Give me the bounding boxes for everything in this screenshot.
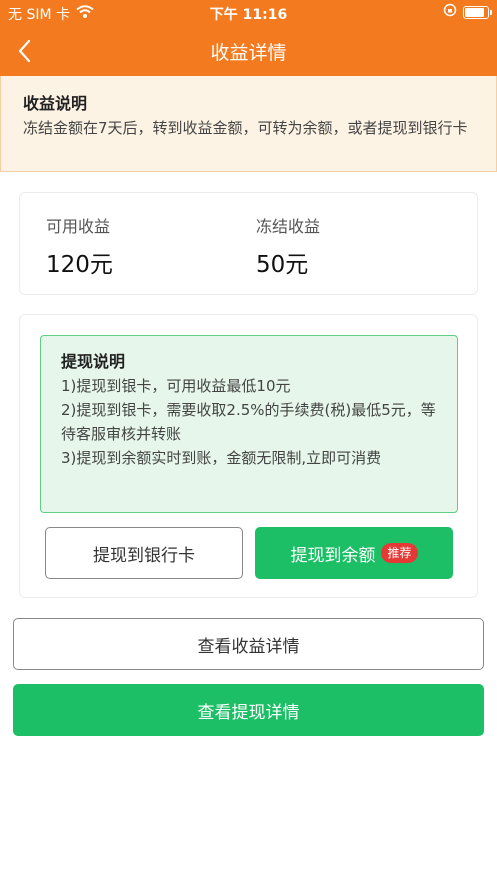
recommend-badge: 推荐 — [381, 543, 418, 563]
status-bar: 无 SIM 卡 下午 11:16 — [0, 0, 497, 24]
navigation-bar: 收益详情 — [0, 24, 497, 76]
view-withdraw-details-button[interactable]: 查看提现详情 — [13, 684, 484, 736]
view-income-details-button[interactable]: 查看收益详情 — [13, 618, 484, 670]
app-header: 无 SIM 卡 下午 11:16 收益详情 — [0, 0, 497, 76]
income-summary-card: 可用收益 120元 冻结收益 50元 — [19, 192, 478, 295]
available-income: 可用收益 120元 — [46, 213, 113, 279]
battery-icon — [463, 5, 492, 19]
withdraw-to-balance-button[interactable]: 提现到余额 推荐 — [255, 527, 453, 579]
notice-title: 收益说明 — [23, 94, 88, 113]
withdraw-card: 提现说明 1)提现到银卡，可用收益最低10元 2)提现到银卡，需要收取2.5%的… — [19, 314, 478, 598]
withdraw-tip-line: 3)提现到余额实时到账，金额无限制,立即可消费 — [61, 449, 382, 467]
frozen-income-label: 冻结收益 — [256, 217, 321, 236]
withdraw-tip-title: 提现说明 — [61, 352, 126, 371]
withdraw-to-bank-button[interactable]: 提现到银行卡 — [45, 527, 243, 579]
withdraw-tip-box: 提现说明 1)提现到银卡，可用收益最低10元 2)提现到银卡，需要收取2.5%的… — [40, 335, 458, 513]
withdraw-tip-line: 1)提现到银卡，可用收益最低10元 — [61, 377, 291, 395]
orientation-lock-icon — [443, 3, 457, 21]
notice-text: 冻结金额在7天后，转到收益金额，可转为余额，或者提现到银行卡 — [23, 119, 468, 137]
withdraw-tip-lines: 1)提现到银卡，可用收益最低10元 2)提现到银卡，需要收取2.5%的手续费(税… — [61, 374, 447, 470]
status-time: 下午 11:16 — [209, 7, 288, 23]
withdraw-to-balance-label: 提现到余额 — [290, 545, 376, 566]
available-income-label: 可用收益 — [46, 217, 111, 236]
income-notice: 收益说明 冻结金额在7天后，转到收益金额，可转为余额，或者提现到银行卡 — [0, 76, 497, 172]
frozen-income: 冻结收益 50元 — [256, 213, 320, 279]
frozen-income-value: 50元 — [256, 252, 309, 278]
page-title: 收益详情 — [210, 42, 287, 64]
withdraw-tip-line: 2)提现到银卡，需要收取2.5%的手续费(税)最低5元，等待客服审核并转账 — [61, 401, 436, 443]
available-income-value: 120元 — [46, 252, 113, 278]
